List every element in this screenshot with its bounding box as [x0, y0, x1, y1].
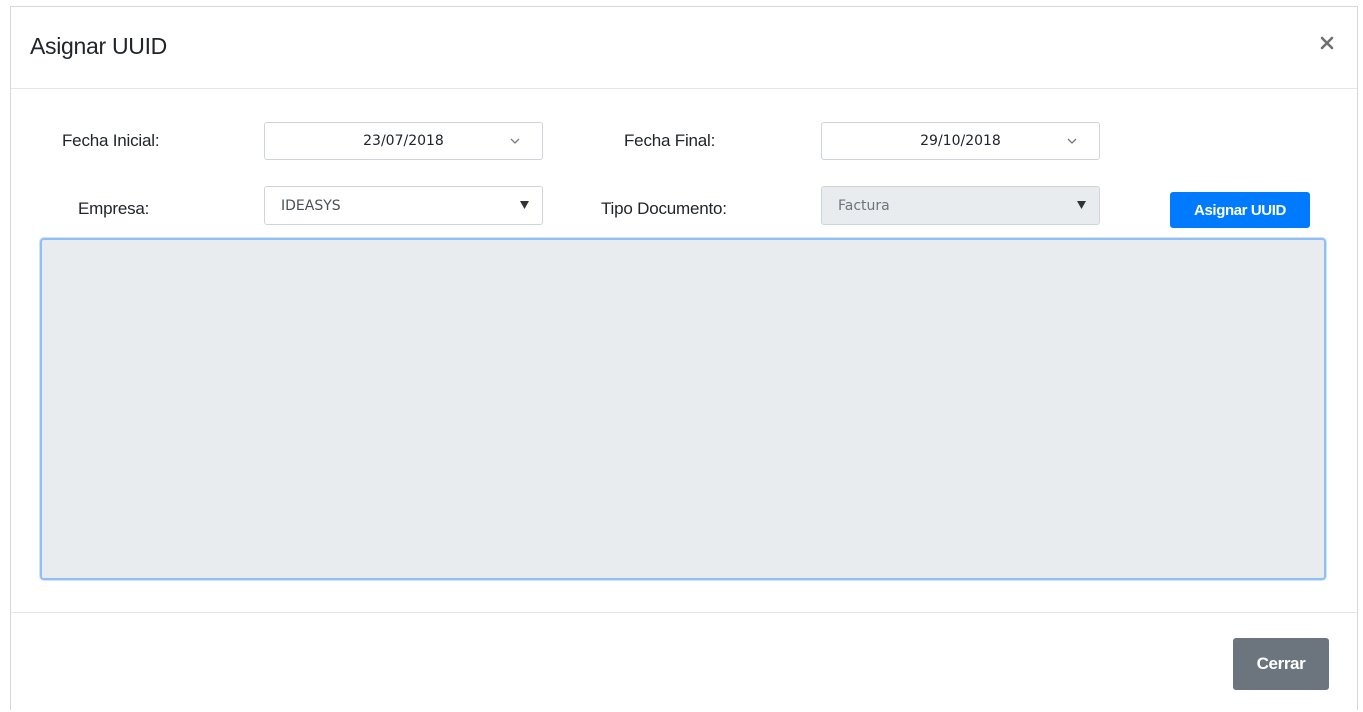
fecha-final-label: Fecha Final:	[624, 131, 716, 150]
close-icon	[1320, 36, 1334, 50]
triangle-down-icon	[1077, 201, 1086, 209]
assign-uuid-button[interactable]: Asignar UUID	[1170, 192, 1310, 228]
fecha-inicial-input[interactable]: 23/07/2018	[264, 122, 543, 160]
triangle-down-icon	[520, 201, 529, 209]
tipo-documento-value: Factura	[838, 198, 890, 214]
tipo-documento-select[interactable]: Factura	[821, 186, 1100, 225]
tipo-documento-label: Tipo Documento:	[601, 199, 727, 218]
empresa-label: Empresa:	[78, 199, 150, 218]
fecha-inicial-label: Fecha Inicial:	[62, 131, 160, 150]
modal-title: Asignar UUID	[30, 33, 167, 59]
fecha-final-value: 29/10/2018	[920, 133, 1001, 149]
modal-footer: Cerrar	[11, 612, 1357, 712]
chevron-down-icon	[510, 138, 520, 144]
empresa-value: IDEASYS	[281, 198, 341, 214]
close-modal-button[interactable]: Cerrar	[1233, 638, 1329, 690]
chevron-down-icon	[1067, 138, 1077, 144]
assign-uuid-modal: Asignar UUID Fecha Inicial: 23/07/2018 F…	[10, 6, 1358, 710]
modal-header: Asignar UUID	[11, 7, 1357, 89]
fecha-inicial-value: 23/07/2018	[363, 133, 444, 149]
close-button[interactable]	[1315, 31, 1339, 55]
fecha-final-input[interactable]: 29/10/2018	[821, 122, 1100, 160]
uuid-textarea[interactable]	[40, 238, 1326, 580]
empresa-select[interactable]: IDEASYS	[264, 186, 543, 225]
